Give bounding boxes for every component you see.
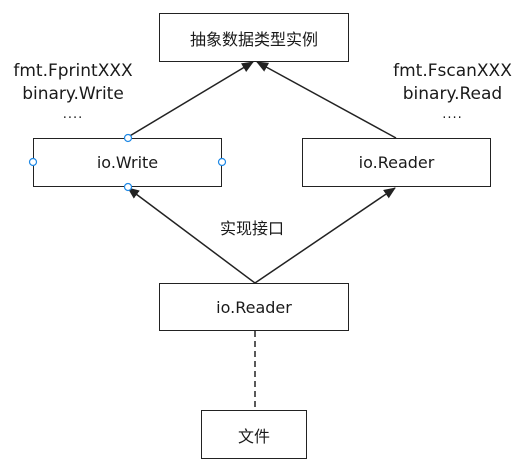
right-annotation-line2: binary.Read	[402, 84, 503, 104]
abstract-data-type-label: 抽象数据类型实例	[189, 29, 318, 49]
io-write-label: io.Write	[96, 153, 159, 172]
io-write-node[interactable]: io.Write	[33, 138, 222, 187]
io-reader-bottom-node[interactable]: io.Reader	[159, 283, 349, 331]
left-annotation-ellipsis: ....	[62, 107, 84, 122]
io-reader-right-label: io.Reader	[358, 153, 435, 172]
file-node[interactable]: 文件	[201, 410, 307, 459]
edge-io-write-to-abstract	[127, 61, 254, 138]
right-annotation: fmt.FscanXXX binary.Read ....	[380, 60, 525, 124]
left-annotation-line1: fmt.FprintXXX	[13, 61, 133, 81]
io-reader-bottom-label: io.Reader	[216, 297, 292, 317]
file-label: 文件	[237, 426, 270, 446]
io-reader-right-node[interactable]: io.Reader	[302, 138, 491, 187]
left-annotation-line2: binary.Write	[22, 84, 124, 104]
right-annotation-line1: fmt.FscanXXX	[393, 61, 512, 81]
left-annotation: fmt.FprintXXX binary.Write ....	[0, 60, 146, 124]
right-annotation-ellipsis: ....	[442, 107, 463, 122]
edge-io-reader-to-abstract	[256, 61, 397, 139]
abstract-data-type-node[interactable]: 抽象数据类型实例	[159, 13, 349, 62]
implements-interface-label: 实现接口	[220, 219, 285, 238]
